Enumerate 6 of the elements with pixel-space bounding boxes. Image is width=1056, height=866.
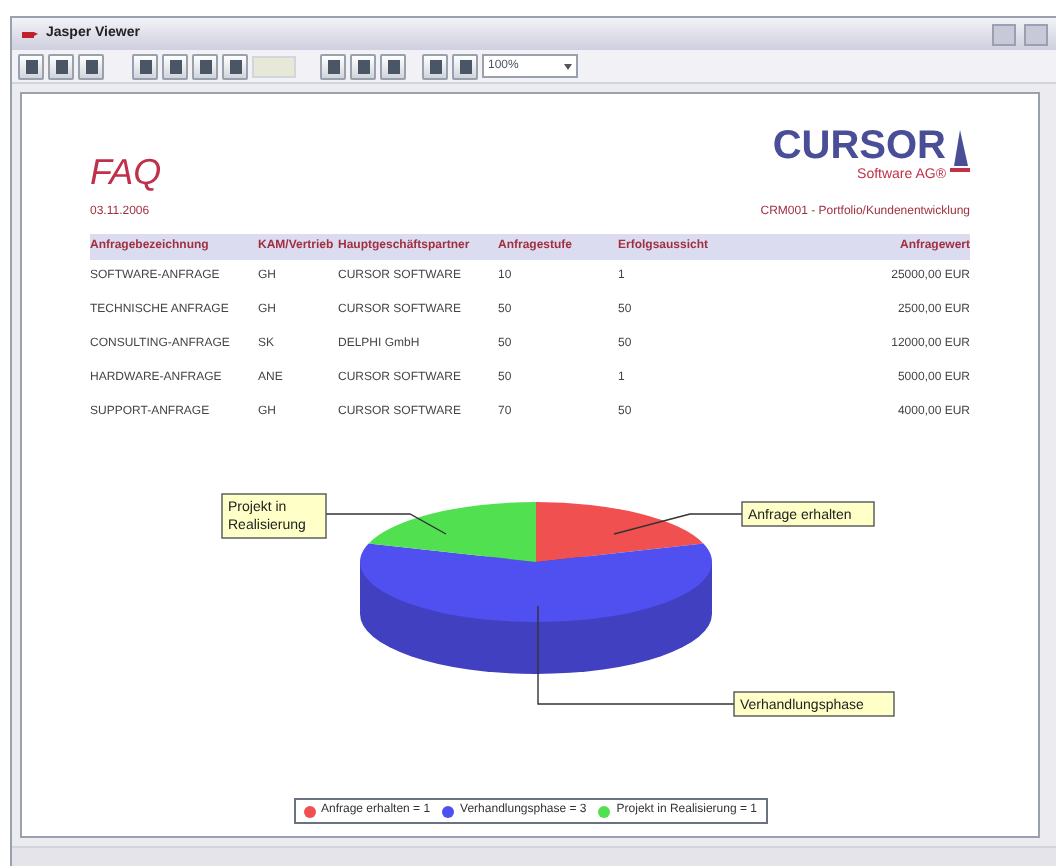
- report-title: FAQ: [90, 150, 162, 196]
- sail-logo-icon: [950, 126, 970, 174]
- logo-text: CURSOR: [772, 126, 946, 166]
- leader-line: [325, 513, 447, 535]
- page-number-field[interactable]: [252, 55, 296, 77]
- leader-line: [613, 513, 743, 535]
